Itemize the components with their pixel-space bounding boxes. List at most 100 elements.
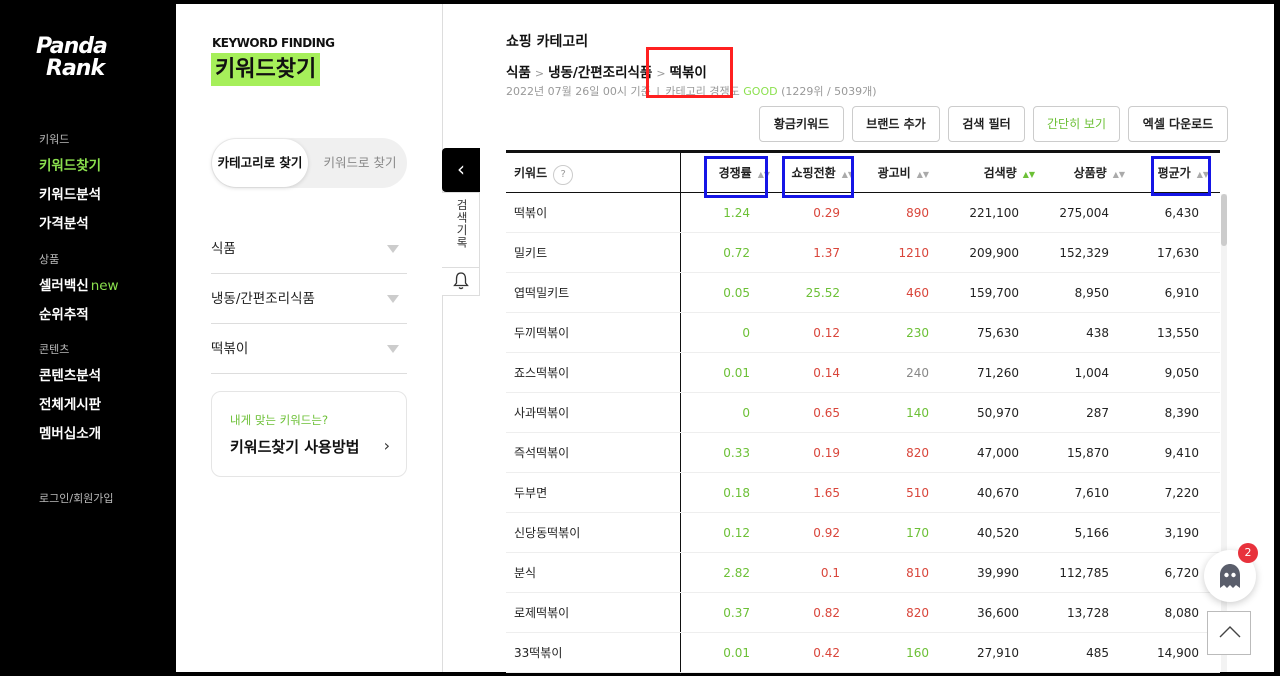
cell-avg-price: 8,390 <box>1164 406 1199 420</box>
cell-keyword[interactable]: 밀키트 <box>514 233 547 273</box>
cell-keyword[interactable]: 즉석떡볶이 <box>514 433 569 473</box>
search-filter-button[interactable]: 검색 필터 <box>948 106 1025 142</box>
cell-avg-price: 6,720 <box>1164 566 1199 580</box>
table-row[interactable]: 신당동떡볶이 0.12 0.92 170 40,520 5,166 3,190 <box>506 513 1220 553</box>
cell-keyword[interactable]: 33떡볶이 <box>514 633 562 673</box>
col-header-keyword-label: 키워드 <box>514 166 548 180</box>
table-row[interactable]: 분식 2.82 0.1 810 39,990 112,785 6,720 <box>506 553 1220 593</box>
nav-item-membership[interactable]: 멤버십소개 <box>39 422 101 442</box>
nav-item-keyword-analysis[interactable]: 키워드분석 <box>39 183 101 203</box>
table-row[interactable]: 밀키트 0.72 1.37 1210 209,900 152,329 17,630 <box>506 233 1220 273</box>
sort-icon: ▲▼ <box>916 170 929 179</box>
tab-keyword-search[interactable]: 키워드로 찾기 <box>315 138 405 188</box>
nav-section-product: 상품 <box>39 253 60 266</box>
table-row[interactable]: 사과떡볶이 0 0.65 140 50,970 287 8,390 <box>506 393 1220 433</box>
breadcrumb-item-1[interactable]: 식품 <box>506 65 531 81</box>
cell-competition: 0 <box>742 326 750 340</box>
cell-search-volume: 47,000 <box>977 446 1019 460</box>
nav-item-seller-vaccine[interactable]: 셀러백신 new <box>39 274 119 294</box>
search-history-tab[interactable]: 검색기록 <box>442 192 480 296</box>
collapse-panel-button[interactable]: ‹ <box>442 148 480 192</box>
excel-download-button[interactable]: 엑셀 다운로드 <box>1128 106 1228 142</box>
nav-item-keyword-finding[interactable]: 키워드찾기 <box>39 154 101 174</box>
content-panel: KEYWORD FINDING 키워드찾기 카테고리로 찾기 키워드로 찾기 식… <box>176 4 1274 675</box>
cell-ad-cost: 820 <box>906 606 929 620</box>
nav-item-price-analysis[interactable]: 가격분석 <box>39 212 89 232</box>
cell-keyword[interactable]: 두끼떡볶이 <box>514 313 569 353</box>
cell-competition: 0.05 <box>723 286 750 300</box>
cell-ad-cost: 810 <box>906 566 929 580</box>
cell-product-count: 1,004 <box>1074 366 1109 380</box>
col-header-keyword: 키워드? <box>506 153 680 193</box>
cell-ad-cost: 460 <box>906 286 929 300</box>
table-row[interactable]: 즉석떡볶이 0.33 0.19 820 47,000 15,870 9,410 <box>506 433 1220 473</box>
cell-keyword[interactable]: 분식 <box>514 553 536 593</box>
cell-conversion: 0.1 <box>820 566 840 580</box>
category-select-1[interactable]: 식품 <box>211 224 407 274</box>
table-scrollbar-thumb[interactable] <box>1221 194 1227 246</box>
col-header-product-count-label: 상품량 <box>1073 166 1107 180</box>
cell-ad-cost: 230 <box>906 326 929 340</box>
table-row[interactable]: 죠스떡볶이 0.01 0.14 240 71,260 1,004 9,050 <box>506 353 1220 393</box>
cell-conversion: 1.65 <box>813 486 840 500</box>
nav-item-board[interactable]: 전체게시판 <box>39 393 101 413</box>
category-select-2[interactable]: 냉동/간편조리식품 <box>211 274 407 324</box>
category-select-1-label: 식품 <box>211 241 236 257</box>
panda-rank-logo[interactable]: Panda Rank <box>36 36 126 84</box>
add-brand-button[interactable]: 브랜드 추가 <box>852 106 940 142</box>
cell-avg-price: 9,050 <box>1164 366 1199 380</box>
col-header-ad-cost[interactable]: 광고비 ▲▼ <box>846 153 929 193</box>
nav-item-content-analysis[interactable]: 콘텐츠분석 <box>39 364 101 384</box>
simple-view-button[interactable]: 간단히 보기 <box>1033 106 1120 142</box>
dropdown-arrow-icon <box>387 295 399 303</box>
cell-product-count: 8,950 <box>1074 286 1109 300</box>
cell-keyword[interactable]: 로제떡볶이 <box>514 593 569 633</box>
cell-product-count: 13,728 <box>1067 606 1109 620</box>
table-row[interactable]: 33떡볶이 0.01 0.42 160 27,910 485 14,900 <box>506 633 1220 673</box>
table-row[interactable]: 엽떡밀키트 0.05 25.52 460 159,700 8,950 6,910 <box>506 273 1220 313</box>
cell-competition: 0.01 <box>723 646 750 660</box>
cell-keyword[interactable]: 죠스떡볶이 <box>514 353 569 393</box>
cell-competition: 0.33 <box>723 446 750 460</box>
cell-keyword[interactable]: 두부면 <box>514 473 547 513</box>
category-select-3[interactable]: 떡볶이 <box>211 324 407 374</box>
nav-item-seller-vaccine-label: 셀러백신 <box>39 278 89 294</box>
cell-product-count: 15,870 <box>1067 446 1109 460</box>
cell-competition: 0.37 <box>723 606 750 620</box>
golden-keyword-button[interactable]: 황금키워드 <box>759 106 844 142</box>
cell-search-volume: 40,670 <box>977 486 1019 500</box>
table-row[interactable]: 로제떡볶이 0.37 0.82 820 36,600 13,728 8,080 <box>506 593 1220 633</box>
cell-keyword[interactable]: 떡볶이 <box>514 193 547 233</box>
nav-item-rank-tracking[interactable]: 순위추적 <box>39 303 89 323</box>
cell-avg-price: 3,190 <box>1164 526 1199 540</box>
col-header-search-volume[interactable]: 검색량 ▲▼ <box>936 153 1035 193</box>
table-row[interactable]: 두끼떡볶이 0 0.12 230 75,630 438 13,550 <box>506 313 1220 353</box>
breadcrumb-item-2[interactable]: 냉동/간편조리식품 <box>548 65 652 81</box>
login-link[interactable]: 로그인/회원가입 <box>39 490 114 506</box>
nav-section-content: 콘텐츠 <box>39 343 70 356</box>
highlight-box-blue-conversion <box>782 156 854 198</box>
logo-line1: Panda <box>36 34 108 59</box>
tab-category-search[interactable]: 카테고리로 찾기 <box>212 139 308 187</box>
bell-icon[interactable] <box>453 272 469 290</box>
search-mode-toggle: 카테고리로 찾기 키워드로 찾기 <box>211 138 407 188</box>
howto-subtitle: 내게 맞는 키워드는? <box>230 413 329 427</box>
chat-ghost-icon <box>1220 564 1240 588</box>
cell-search-volume: 40,520 <box>977 526 1019 540</box>
cell-keyword[interactable]: 엽떡밀키트 <box>514 273 569 313</box>
cell-conversion: 0.14 <box>813 366 840 380</box>
cell-avg-price: 14,900 <box>1157 646 1199 660</box>
howto-card[interactable]: 내게 맞는 키워드는? 키워드찾기 사용방법 › <box>211 391 407 477</box>
table-row[interactable]: 두부면 0.18 1.65 510 40,670 7,610 7,220 <box>506 473 1220 513</box>
meta-date: 2022년 07월 26일 00시 기준 <box>506 85 651 98</box>
page-title: 쇼핑 카테고리 <box>506 34 589 50</box>
cell-product-count: 5,166 <box>1074 526 1109 540</box>
cell-keyword[interactable]: 사과떡볶이 <box>514 393 569 433</box>
help-icon[interactable]: ? <box>553 165 574 185</box>
cell-keyword[interactable]: 신당동떡볶이 <box>514 513 580 553</box>
col-header-product-count[interactable]: 상품량 ▲▼ <box>1026 153 1125 193</box>
cell-conversion: 0.19 <box>813 446 840 460</box>
scroll-to-top-button[interactable] <box>1207 611 1251 655</box>
col-header-search-volume-label: 검색량 <box>983 166 1017 180</box>
table-row[interactable]: 떡볶이 1.24 0.29 890 221,100 275,004 6,430 <box>506 193 1220 233</box>
